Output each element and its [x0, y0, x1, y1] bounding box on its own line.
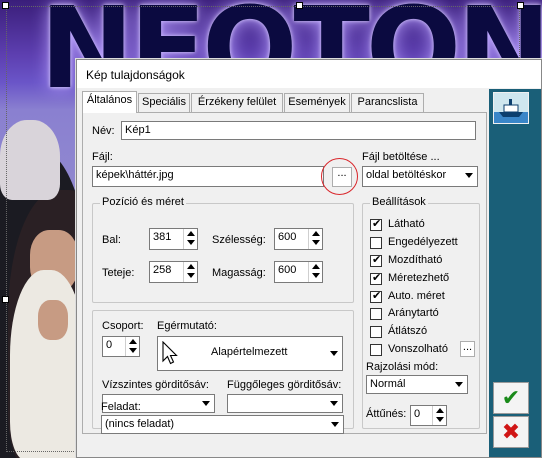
movable-label: Mozdítható: [388, 254, 443, 266]
tab-command-list[interactable]: Parancslista: [351, 93, 424, 112]
transparent-checkbox[interactable]: [370, 326, 382, 338]
left-label: Bal:: [102, 234, 121, 246]
arrow-cursor-icon: [162, 341, 178, 365]
tab-events[interactable]: Események: [284, 93, 350, 112]
file-load-select[interactable]: oldal betöltéskor: [362, 166, 478, 187]
draggable-options-button[interactable]: ...: [460, 341, 475, 357]
file-load-label: Fájl betöltése ...: [362, 151, 440, 163]
image-thumbnail[interactable]: [493, 92, 529, 124]
chevron-down-icon: [326, 395, 342, 412]
vscroll-label: Függőleges görditősáv:: [227, 379, 342, 391]
enabled-checkbox[interactable]: [370, 237, 382, 249]
top-label: Teteje:: [102, 267, 135, 279]
group-spinner[interactable]: 0: [102, 336, 140, 357]
spinner-arrows-icon[interactable]: [183, 229, 197, 249]
resize-handle-left[interactable]: [2, 296, 9, 303]
spinner-arrows-icon[interactable]: [432, 406, 446, 425]
width-label: Szélesség:: [212, 234, 266, 246]
keep-aspect-checkbox[interactable]: [370, 308, 382, 320]
cancel-button[interactable]: ✖: [493, 416, 529, 448]
spinner-arrows-icon[interactable]: [308, 229, 322, 249]
dialog-titlebar: Kép tulajdonságok: [77, 60, 541, 88]
resize-handle-top-right[interactable]: [517, 2, 524, 9]
movable-checkbox[interactable]: [370, 253, 382, 268]
ship-icon: [494, 99, 528, 123]
visible-label: Látható: [388, 218, 425, 230]
width-spinner[interactable]: 600: [274, 228, 323, 250]
position-size-title: Pozíció és méret: [100, 196, 186, 208]
cursor-label: Egérmutató:: [157, 320, 217, 332]
highlight-circle: [321, 158, 358, 195]
file-label: Fájl:: [92, 151, 113, 163]
resize-handle-top[interactable]: [296, 2, 303, 9]
draggable-checkbox[interactable]: [370, 344, 382, 356]
hscroll-label: Vízszintes görditősáv:: [102, 379, 209, 391]
chevron-down-icon: [326, 345, 342, 363]
general-tab-panel: Név: Kép1 Fájl: képek\háttér.jpg ... Fáj…: [82, 112, 487, 434]
vscroll-select[interactable]: [227, 394, 343, 413]
spinner-arrows-icon[interactable]: [183, 262, 197, 282]
tab-sensitive-area[interactable]: Érzékeny felület: [191, 93, 283, 112]
x-icon: ✖: [501, 419, 521, 444]
transparent-label: Átlátszó: [388, 325, 428, 337]
tab-bar: Általános Speciális Érzékeny felület Ese…: [82, 91, 488, 113]
chevron-down-icon: [198, 395, 214, 412]
left-spinner[interactable]: 381: [149, 228, 198, 250]
enabled-label: Engedélyezett: [388, 236, 458, 248]
cursor-select[interactable]: Alapértelmezett: [157, 336, 343, 371]
resizable-label: Méretezhető: [388, 272, 450, 284]
name-input[interactable]: Kép1: [121, 121, 476, 140]
position-size-group: Pozíció és méret Bal: 381 Szélesség: 600…: [92, 196, 354, 303]
opacity-label: Áttűnés:: [366, 408, 407, 420]
settings-title: Beállítások: [370, 196, 428, 208]
top-spinner[interactable]: 258: [149, 261, 198, 283]
chevron-down-icon: [451, 376, 467, 393]
group-label: Csoport:: [102, 320, 144, 332]
dialog-title: Kép tulajdonságok: [86, 68, 185, 82]
checkmark-icon: ✔: [501, 385, 521, 410]
draggable-label: Vonszolható: [388, 343, 448, 355]
auto-size-label: Auto. méret: [388, 290, 445, 302]
file-path-input[interactable]: képek\háttér.jpg: [92, 166, 324, 187]
height-label: Magasság:: [212, 267, 266, 279]
ok-button[interactable]: ✔: [493, 382, 529, 414]
spinner-arrows-icon[interactable]: [308, 262, 322, 282]
task-label: Feladat:: [101, 401, 141, 413]
spinner-arrows-icon[interactable]: [125, 337, 139, 356]
chevron-down-icon: [461, 167, 477, 186]
image-properties-dialog: Kép tulajdonságok Általános Speciális Ér…: [76, 59, 542, 458]
chevron-down-icon: [327, 416, 343, 433]
name-label: Név:: [92, 125, 115, 137]
visible-checkbox[interactable]: [370, 217, 382, 232]
resizable-checkbox[interactable]: [370, 271, 382, 286]
height-spinner[interactable]: 600: [274, 261, 323, 283]
draw-mode-select[interactable]: Normál: [366, 375, 468, 394]
tab-general[interactable]: Általános: [82, 91, 137, 113]
draw-mode-label: Rajzolási mód:: [366, 361, 439, 373]
task-select[interactable]: (nincs feladat): [101, 415, 344, 434]
keep-aspect-label: Aránytartó: [388, 307, 439, 319]
resize-handle-top-left[interactable]: [2, 2, 9, 9]
tab-special[interactable]: Speciális: [138, 93, 190, 112]
auto-size-checkbox[interactable]: [370, 289, 382, 304]
opacity-spinner[interactable]: 0: [410, 405, 447, 426]
